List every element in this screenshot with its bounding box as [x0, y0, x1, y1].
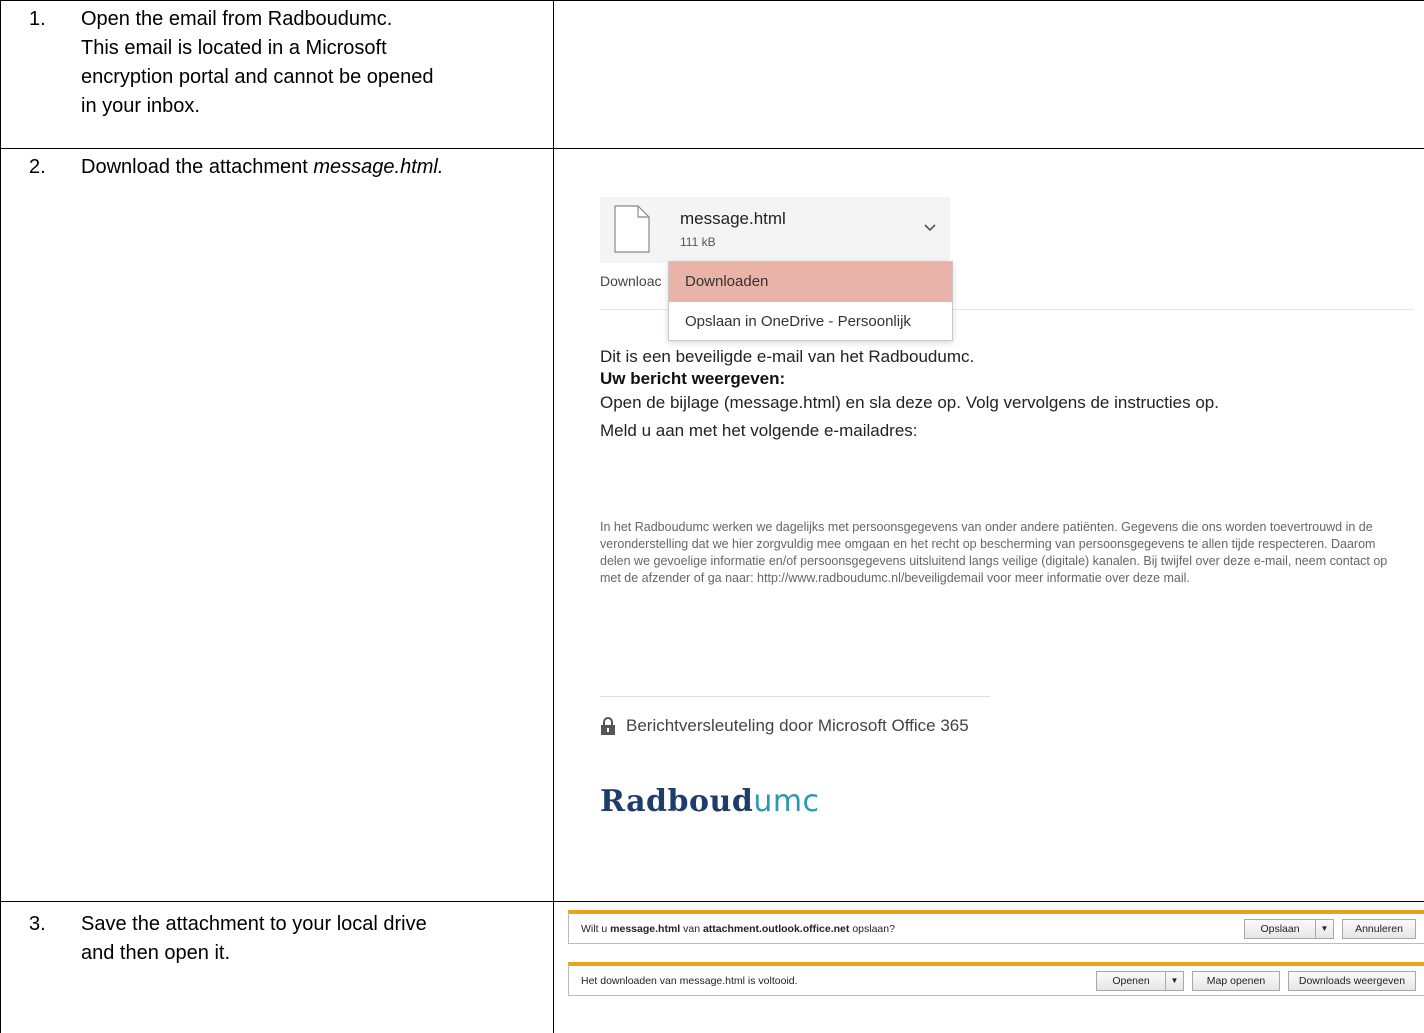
email-instruction: Open de bijlage (message.html) en sla de… — [600, 393, 1219, 412]
step-number: 1. — [29, 8, 46, 30]
step-1-line-3: encryption portal and cannot be opened — [81, 66, 434, 88]
open-folder-button[interactable]: Map openen — [1192, 970, 1280, 991]
save-prompt-bar: Wilt u message.html van attachment.outlo… — [568, 910, 1424, 944]
step-1-line-2: This email is located in a Microsoft — [81, 37, 387, 59]
step-1-line-4: in your inbox. — [81, 95, 200, 117]
logo-part-2: umc — [753, 784, 820, 819]
step-row-1: 1. Open the email from Radboudumc. This … — [0, 0, 1424, 149]
open-button[interactable]: Openen — [1096, 970, 1166, 991]
chevron-down-icon[interactable] — [922, 219, 938, 235]
lock-icon — [601, 717, 615, 735]
step-3-line-2: and then open it. — [81, 942, 231, 964]
email-view-heading: Uw bericht weergeven: — [600, 369, 786, 388]
download-complete-bar: Het downloaden van message.html is volto… — [568, 962, 1424, 996]
step-2-text: Download the attachment — [81, 156, 314, 178]
step-3-line-1: Save the attachment to your local drive — [81, 913, 427, 935]
attachment-card[interactable]: message.html 111 kB — [600, 197, 950, 263]
open-split-button: Openen ▼ — [1096, 970, 1184, 991]
email-intro: Dit is een beveiligde e-mail van het Rad… — [600, 347, 975, 366]
menu-item-save-onedrive[interactable]: Opslaan in OneDrive - Persoonlijk — [669, 302, 952, 342]
step-1-illustration-cell — [553, 0, 1424, 149]
save-button[interactable]: Opslaan — [1244, 918, 1316, 939]
file-icon — [614, 205, 650, 253]
encryption-note-text: Berichtversleuteling door Microsoft Offi… — [626, 716, 969, 735]
attachment-menu: Downloaden Opslaan in OneDrive - Persoon… — [668, 261, 953, 341]
step-2-filename: message.html. — [313, 156, 444, 178]
browser-bars-cell: Wilt u message.html van attachment.outlo… — [553, 901, 1424, 1033]
attachment-size: 111 kB — [680, 235, 716, 249]
open-options-arrow-icon[interactable]: ▼ — [1166, 970, 1184, 991]
step-cell-2: 2. Download the attachment message.html. — [0, 148, 554, 902]
view-downloads-button[interactable]: Downloads weergeven — [1288, 970, 1416, 991]
save-split-button: Opslaan ▼ — [1244, 918, 1334, 939]
menu-item-download[interactable]: Downloaden — [669, 262, 952, 302]
step-cell-3: 3. Save the attachment to your local dri… — [0, 901, 554, 1033]
cancel-button[interactable]: Annuleren — [1342, 918, 1416, 939]
attachment-name: message.html — [680, 209, 786, 228]
step-number: 3. — [29, 913, 46, 935]
logo-part-1: Radboud — [600, 784, 754, 819]
email-screenshot-cell: message.html 111 kB Downloac Downloaden … — [553, 148, 1424, 902]
step-row-2: 2. Download the attachment message.html.… — [0, 148, 1424, 902]
step-row-3: 3. Save the attachment to your local dri… — [0, 901, 1424, 1033]
email-disclaimer: In het Radboudumc werken we dagelijks me… — [600, 520, 1388, 585]
download-complete-text: Het downloaden van message.html is volto… — [581, 974, 798, 987]
email-screenshot: message.html 111 kB Downloac Downloaden … — [554, 149, 1424, 901]
step-1-line-1: Open the email from Radboudumc. — [81, 8, 393, 30]
download-link[interactable]: Downloac — [600, 273, 661, 289]
radboudumc-logo: Radboudumc — [600, 784, 820, 819]
instructions-table: 1. Open the email from Radboudumc. This … — [0, 0, 1424, 1033]
email-signin-note: Meld u aan met het volgende e-mailadres: — [600, 421, 918, 440]
step-cell-1: 1. Open the email from Radboudumc. This … — [0, 0, 554, 149]
save-prompt-text: Wilt u message.html van attachment.outlo… — [581, 922, 895, 935]
encryption-note: Berichtversleuteling door Microsoft Offi… — [600, 716, 969, 736]
divider — [600, 696, 990, 697]
step-number: 2. — [29, 156, 46, 178]
save-options-arrow-icon[interactable]: ▼ — [1316, 918, 1334, 939]
